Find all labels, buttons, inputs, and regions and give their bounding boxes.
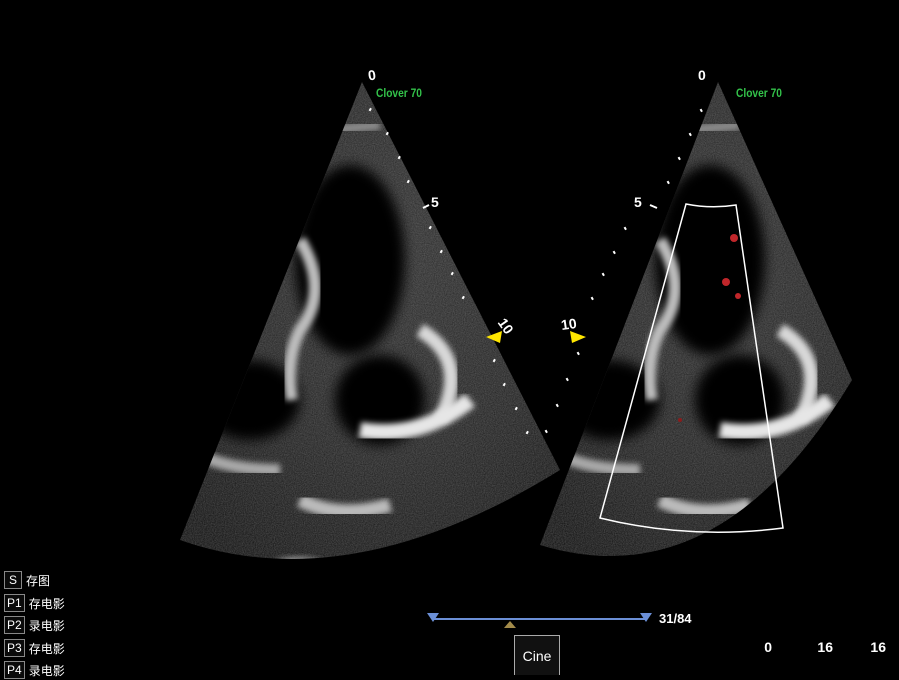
shortcut-key: P4 — [4, 661, 25, 679]
right-depth-label-0: 0 — [698, 67, 706, 83]
right-depth-label-10: 10 — [559, 314, 578, 334]
cine-start-handle-icon[interactable] — [427, 613, 439, 622]
shortcut-p4[interactable]: P4 录电影 — [4, 660, 65, 680]
right-probe-label: Clover 70 — [736, 86, 782, 100]
cine-end-handle-icon[interactable] — [640, 613, 652, 622]
cine-slider[interactable] — [427, 613, 652, 628]
shortcut-key: P1 — [4, 594, 25, 612]
shortcut-key: P2 — [4, 616, 25, 634]
doppler-speck — [678, 418, 682, 422]
shortcut-label: 存图 — [26, 573, 51, 588]
shortcut-p2[interactable]: P2 录电影 — [4, 615, 65, 635]
cine-playhead-icon[interactable] — [503, 621, 516, 628]
doppler-speck — [722, 278, 730, 286]
right-ultrasound-image — [540, 82, 852, 556]
shortcut-label: 存电影 — [28, 641, 65, 656]
doppler-speck — [735, 293, 741, 299]
right-focus-marker-icon[interactable] — [570, 331, 586, 343]
ultrasound-scene — [180, 82, 852, 628]
shortcut-key: S — [4, 571, 22, 589]
shortcut-label: 录电影 — [28, 618, 65, 633]
shortcut-label: 录电影 — [28, 663, 65, 678]
shortcut-p1[interactable]: P1 存电影 — [4, 593, 65, 613]
cine-frame-counter: 31/84 — [659, 611, 692, 626]
shortcut-label: 存电影 — [28, 596, 65, 611]
status-value-1: 0 — [764, 639, 772, 655]
shortcut-p3[interactable]: P3 存电影 — [4, 638, 65, 658]
right-depth-label-5: 5 — [634, 194, 642, 210]
status-value-3: 16 — [870, 639, 886, 655]
shortcut-key: P3 — [4, 639, 25, 657]
status-value-2: 16 — [817, 639, 833, 655]
doppler-speck — [730, 234, 738, 242]
left-ultrasound-image — [180, 82, 560, 559]
shortcut-save-image[interactable]: S 存图 — [4, 570, 50, 590]
left-depth-label-5: 5 — [431, 194, 439, 210]
cine-button[interactable]: Cine — [514, 635, 560, 675]
left-probe-label: Clover 70 — [376, 86, 422, 100]
